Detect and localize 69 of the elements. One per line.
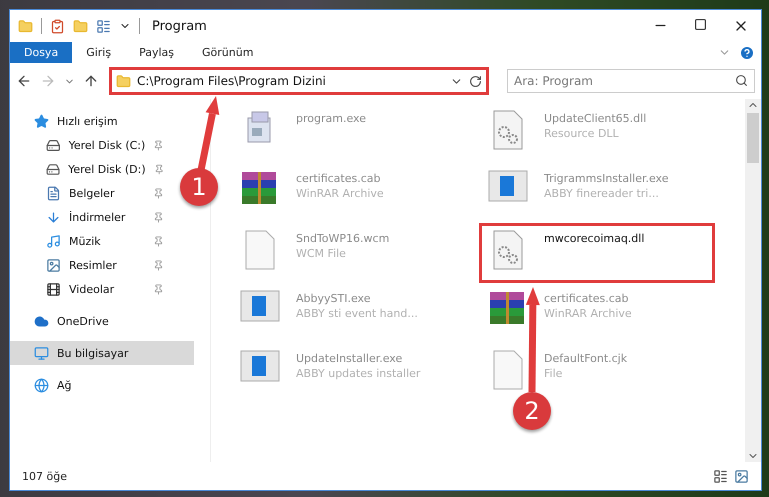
drive-icon [46,162,60,176]
computer-icon [34,346,49,360]
properties-icon[interactable] [96,18,111,34]
item-count: 107 öğe [22,470,67,482]
file-type: WinRAR Archive [296,187,384,200]
window-app-icon [240,350,280,382]
nav-item[interactable]: İndirmeler [10,205,170,229]
file-name: UpdateClient65.dll [544,112,646,125]
music-icon [46,234,61,248]
folder-icon [116,74,131,88]
document-icon [46,186,61,200]
refresh-icon[interactable] [469,74,482,88]
nav-item[interactable]: Belgeler [10,181,170,205]
blank-file-icon [244,230,276,270]
window-app-icon [240,290,280,322]
ribbon-tab[interactable]: Giriş [72,42,126,63]
blank-file-icon [492,350,524,390]
scroll-thumb[interactable] [747,113,759,163]
up-icon[interactable] [83,73,99,89]
cloud-icon [34,314,49,328]
ribbon-tab[interactable]: Dosya [10,42,72,63]
file-tile[interactable]: mwcorecoimaq.dll [479,223,715,283]
file-name: UpdateInstaller.exe [296,352,404,365]
ribbon-tab[interactable]: Paylaş [125,42,188,63]
picture-icon [46,258,61,272]
file-type: ABBY finereader tri... [544,187,660,200]
ribbon-tab[interactable]: Görünüm [188,42,268,63]
file-type: File [544,367,564,380]
window-app-icon [488,170,528,202]
file-name: DefaultFont.cjk [544,352,628,365]
nav-item[interactable]: OneDrive [10,309,194,333]
file-type: Resource DLL [544,127,620,140]
download-icon [46,210,61,224]
file-type: WinRAR Archive [544,307,632,320]
nav-item[interactable]: Videolar [10,277,170,301]
nav-item[interactable]: Resimler [10,253,170,277]
file-name: SndToWP16.wcm [296,232,390,245]
maximize-icon[interactable] [694,18,707,31]
nav-item[interactable]: Bu bilgisayar [10,341,194,365]
large-icons-view-icon[interactable] [734,468,749,484]
gear-file-icon [492,230,524,270]
file-type: WCM File [296,247,347,260]
address-field[interactable]: C:\Program Files\Program Dizini [109,67,489,95]
window-title: Program [152,18,207,34]
film-icon [46,282,61,296]
nav-item[interactable]: Yerel Disk (C:) [10,133,170,157]
file-name: mwcorecoimaq.dll [544,232,644,245]
file-name: AbbyySTI.exe [296,292,372,305]
file-name: TrigrammsInstaller.exe [544,172,668,185]
network-icon [34,378,49,392]
help-icon[interactable] [739,44,755,60]
scrollbar[interactable] [745,99,761,462]
star-icon [34,114,49,128]
search-icon [735,74,748,87]
file-name: certificates.cab [296,172,382,185]
nav-item[interactable]: Yerel Disk (D:) [10,157,170,181]
details-view-icon[interactable] [713,468,728,484]
back-icon[interactable] [16,73,32,89]
file-type: ABBY updates installer [296,367,420,380]
file-name: program.exe [296,112,366,125]
file-type: ABBY sti event hand... [296,307,418,320]
file-name: certificates.cab [544,292,630,305]
gear-file-icon [492,110,524,150]
search-field[interactable]: Ara: Program [507,69,755,93]
checklist-icon[interactable] [50,18,65,34]
nav-item[interactable]: Müzik [10,229,170,253]
nav-item[interactable]: Ağ [10,373,194,397]
nav-item[interactable]: Hızlı erişim [10,109,194,133]
drive-icon [46,138,61,152]
